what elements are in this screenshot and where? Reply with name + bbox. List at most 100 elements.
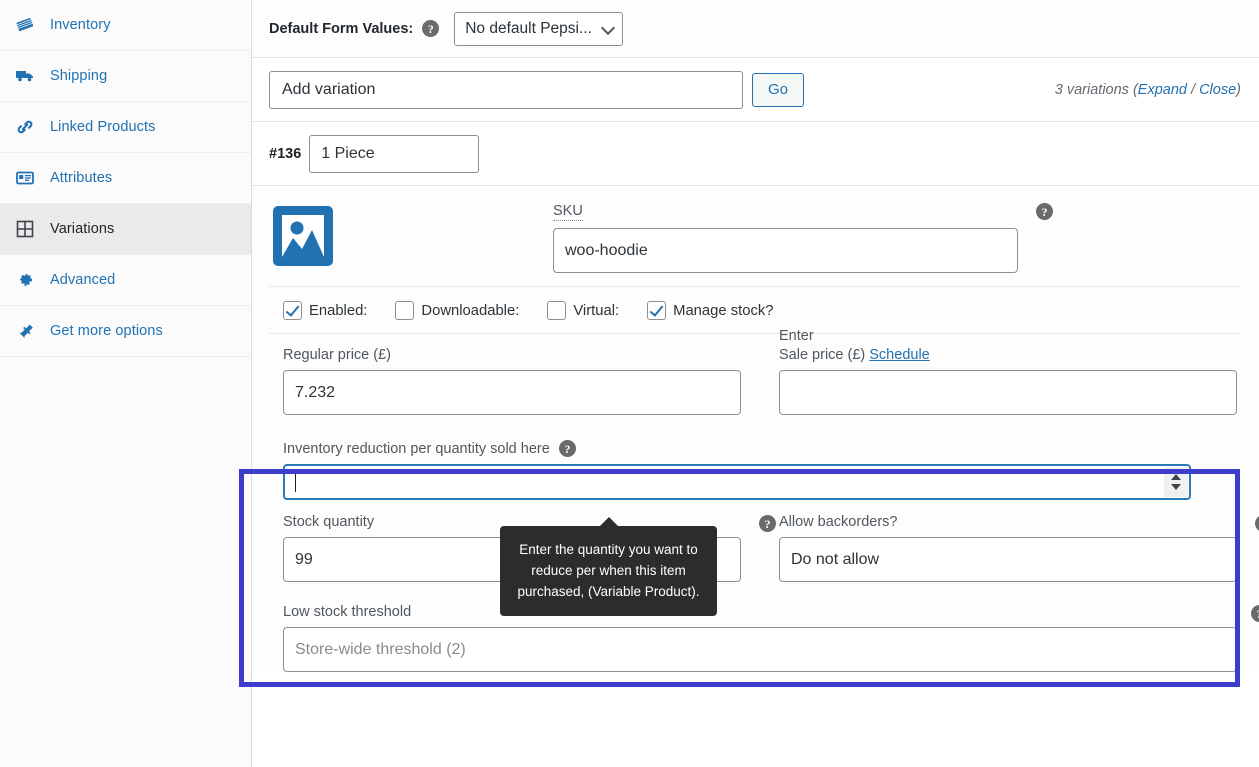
enter-note: Enter <box>779 328 814 344</box>
chevron-down-icon <box>375 144 387 156</box>
variation-count: 3 variations (Expand / Close) <box>1055 82 1241 98</box>
help-icon[interactable]: ? <box>422 20 440 37</box>
default-form-values-label: Default Form Values: <box>269 20 414 37</box>
allow-backorders-field: Allow backorders? Do not allow ? <box>779 514 1259 582</box>
low-stock-threshold-input[interactable] <box>283 627 1237 672</box>
variation-count-text: 3 variations <box>1054 81 1129 98</box>
sidebar-item-advanced[interactable]: Advanced <box>0 255 251 306</box>
checkbox-box[interactable] <box>395 301 415 320</box>
schedule-link[interactable]: Schedule <box>869 347 929 363</box>
sidebar-item-shipping[interactable]: Shipping <box>0 51 251 102</box>
sidebar-item-attributes[interactable]: Attributes <box>0 153 251 204</box>
stock-quantity-help-icon[interactable]: ? <box>759 515 776 532</box>
low-stock-row: Low stock threshold ? <box>269 594 1259 672</box>
paren-close: ) <box>1236 81 1241 98</box>
sidebar-item-label: Advanced <box>50 272 116 288</box>
chevron-down-icon <box>603 23 613 33</box>
product-data-sidebar: Inventory Shipping Linked Products Attri… <box>0 0 252 767</box>
truck-icon <box>14 65 36 87</box>
regular-price-field: Regular price (£) <box>283 347 741 415</box>
expand-link[interactable]: Expand <box>1138 82 1187 98</box>
checkbox-downloadable[interactable]: Downloadable: <box>395 301 519 320</box>
sku-help-icon[interactable]: ? <box>1036 203 1053 220</box>
variation-image-placeholder[interactable] <box>269 202 337 270</box>
stock-row: Stock quantity ? Allow backorders? Do no… <box>269 500 1259 594</box>
variation-id: #136 <box>269 145 302 162</box>
allow-backorders-label: Allow backorders? <box>779 514 898 530</box>
inventory-reduction-input[interactable] <box>283 464 1191 500</box>
allow-backorders-select[interactable]: Do not allow <box>779 537 1237 582</box>
inventory-reduction-help-icon[interactable]: ? <box>558 440 576 457</box>
low-stock-threshold-field: Low stock threshold ? <box>283 604 1259 672</box>
inventory-reduction-section: Inventory reduction per quantity sold he… <box>269 425 1241 500</box>
close-link[interactable]: Close <box>1199 82 1236 98</box>
sidebar-item-label: Get more options <box>50 323 163 339</box>
sku-field-wrap: SKU ? <box>553 202 1053 273</box>
price-row: Regular price (£) Enter Sale price (£) S… <box>269 328 1241 425</box>
sidebar-item-linked-products[interactable]: Linked Products <box>0 102 251 153</box>
add-variation-select[interactable]: Add variation <box>269 70 743 109</box>
attributes-icon <box>14 167 36 189</box>
chevron-down-icon <box>879 550 891 562</box>
grid-icon <box>14 218 36 240</box>
sku-label: SKU <box>553 203 583 221</box>
checkbox-box[interactable] <box>283 301 302 320</box>
variation-header-row: #136 1 Piece <box>252 122 1259 186</box>
sidebar-item-label: Inventory <box>50 17 111 33</box>
sidebar-item-label: Variations <box>50 221 115 237</box>
sidebar-item-inventory[interactable]: Inventory <box>0 0 251 51</box>
inventory-reduction-input-wrap <box>283 464 1191 500</box>
image-sku-row: SKU ? <box>269 186 1241 287</box>
variations-main: Default Form Values: ? No default Pepsi.… <box>252 0 1259 767</box>
regular-price-label: Regular price (£) <box>283 347 391 363</box>
checkbox-enabled[interactable]: Enabled: <box>283 301 367 320</box>
checkbox-label: Downloadable: <box>421 302 520 319</box>
checkbox-label: Virtual: <box>573 302 620 319</box>
stepper-up-icon[interactable] <box>1171 474 1181 480</box>
inventory-reduction-tooltip: Enter the quantity you want to reduce pe… <box>500 517 717 616</box>
sidebar-item-label: Linked Products <box>50 119 156 135</box>
variation-attribute-value: 1 Piece <box>321 144 375 162</box>
sale-price-input[interactable] <box>779 370 1237 415</box>
sale-price-label: Sale price (£) Schedule <box>779 347 1237 363</box>
allow-backorders-help-icon[interactable]: ? <box>1255 515 1259 532</box>
default-form-values-select[interactable]: No default Pepsi... <box>454 11 623 46</box>
sku-input[interactable] <box>553 228 1018 273</box>
low-stock-threshold-label: Low stock threshold <box>283 604 412 620</box>
stepper-down-icon[interactable] <box>1171 484 1181 490</box>
variations-panel-screen: Inventory Shipping Linked Products Attri… <box>0 0 1259 767</box>
sidebar-item-label: Shipping <box>50 68 108 84</box>
checkbox-label: Manage stock? <box>673 302 774 319</box>
link-separator: / <box>1186 81 1200 98</box>
text-caret <box>295 471 296 492</box>
checkbox-box[interactable] <box>547 301 567 320</box>
regular-price-input[interactable] <box>283 370 741 415</box>
add-variation-row: Add variation Go 3 variations (Expand / … <box>252 58 1259 122</box>
variation-detail-panel: SKU ? Enabled: Downloadable: Virtual: <box>252 186 1259 672</box>
chevron-down-icon <box>375 80 387 92</box>
checkbox-label: Enabled: <box>309 302 368 319</box>
sale-price-label-text: Sale price (£) <box>779 347 866 363</box>
allow-backorders-value: Do not allow <box>791 550 880 568</box>
low-stock-help-icon[interactable]: ? <box>1251 605 1259 622</box>
variation-flags-row: Enabled: Downloadable: Virtual: Manage s… <box>269 287 1241 334</box>
checkbox-virtual[interactable]: Virtual: <box>547 301 619 320</box>
checkbox-box[interactable] <box>647 301 667 320</box>
plug-icon <box>14 320 36 342</box>
sidebar-item-get-more-options[interactable]: Get more options <box>0 306 251 357</box>
sidebar-item-label: Attributes <box>50 170 113 186</box>
checkbox-manage-stock[interactable]: Manage stock? <box>647 301 773 320</box>
default-form-values-selected: No default Pepsi... <box>465 19 592 37</box>
inventory-reduction-label: Inventory reduction per quantity sold he… <box>283 440 550 457</box>
link-icon <box>14 116 36 138</box>
go-button[interactable]: Go <box>752 72 804 107</box>
sale-price-field: Enter Sale price (£) Schedule <box>779 328 1237 415</box>
add-variation-selected: Add variation <box>282 80 376 98</box>
inventory-reduction-label-row: Inventory reduction per quantity sold he… <box>283 440 1241 457</box>
inventory-icon <box>14 14 36 36</box>
default-form-values-row: Default Form Values: ? No default Pepsi.… <box>252 0 1259 58</box>
sidebar-item-variations[interactable]: Variations <box>0 204 251 255</box>
variation-attribute-select[interactable]: 1 Piece <box>309 134 480 173</box>
gear-icon <box>14 269 36 291</box>
quantity-stepper[interactable] <box>1164 467 1188 497</box>
